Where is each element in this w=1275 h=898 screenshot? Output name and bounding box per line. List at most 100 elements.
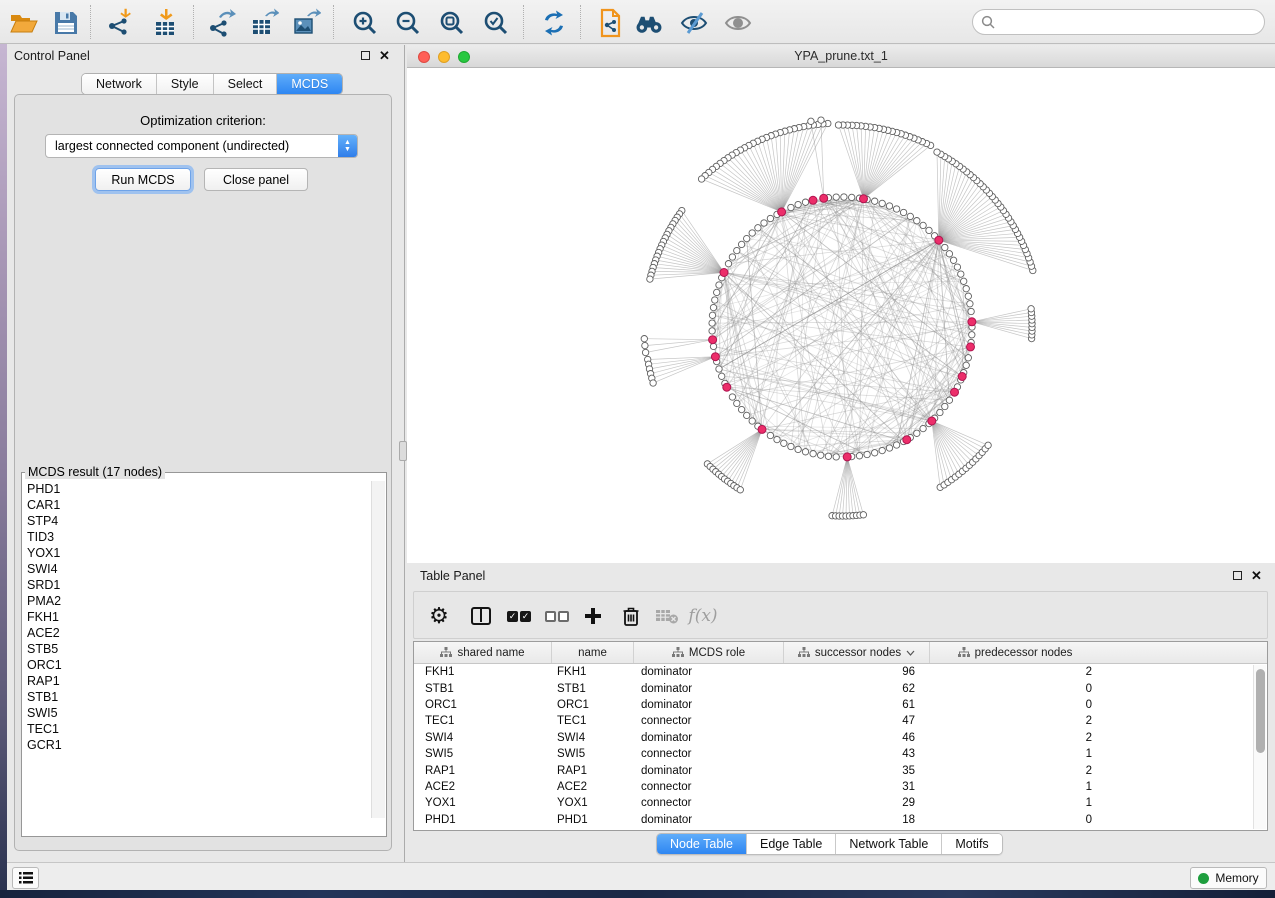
table-cell: connector [634, 797, 784, 809]
table-cell: 1 [930, 797, 1100, 809]
column-header-predecessor-nodes[interactable]: predecessor nodes [930, 642, 1100, 663]
table-cell: 2 [930, 732, 1100, 744]
tab-mcds[interactable]: MCDS [277, 74, 342, 94]
export-network-icon[interactable] [205, 7, 237, 39]
mcds-result-item[interactable]: ACE2 [23, 625, 371, 641]
table-cell: 46 [784, 732, 930, 744]
deselect-all-icon[interactable] [542, 602, 572, 630]
show-columns-icon[interactable] [466, 602, 496, 630]
mcds-result-item[interactable]: TEC1 [23, 721, 371, 737]
application-window: Control Panel ✕ Network Style Select MCD… [0, 0, 1275, 898]
table-cell: dominator [634, 732, 784, 744]
tab-network[interactable]: Network [82, 74, 157, 94]
column-header-successor-nodes[interactable]: successor nodes [784, 642, 930, 663]
column-header-name[interactable]: name [552, 642, 634, 663]
search-input[interactable] [996, 12, 1264, 32]
dropdown-stepper-icon: ▲▼ [338, 135, 357, 157]
tab-node-table[interactable]: Node Table [657, 834, 747, 854]
network-canvas[interactable] [407, 68, 1275, 563]
open-file-icon[interactable] [8, 7, 40, 39]
mcds-result-item[interactable]: SWI4 [23, 561, 371, 577]
add-column-icon[interactable] [578, 602, 608, 630]
mcds-result-item[interactable]: STB5 [23, 641, 371, 657]
tab-edge-table[interactable]: Edge Table [747, 834, 836, 854]
table-row[interactable]: YOX1YOX1connector291 [414, 795, 1253, 811]
mcds-result-item[interactable]: YOX1 [23, 545, 371, 561]
import-table-icon[interactable] [149, 7, 181, 39]
table-row[interactable]: STB1STB1dominator620 [414, 680, 1253, 696]
tab-style[interactable]: Style [157, 74, 214, 94]
first-neighbors-icon[interactable] [633, 7, 665, 39]
show-all-icon[interactable] [722, 7, 754, 39]
node-table-header: shared name name MCDS role successor nod… [414, 642, 1267, 664]
zoom-in-icon[interactable] [349, 7, 381, 39]
run-mcds-button[interactable]: Run MCDS [95, 168, 191, 191]
mcds-result-box: MCDS result (17 nodes) PHD1CAR1STP4TID3Y… [21, 465, 387, 837]
mcds-result-item[interactable]: FKH1 [23, 609, 371, 625]
mcds-list-scrollbar[interactable] [371, 481, 385, 818]
zoom-fit-icon[interactable] [436, 7, 468, 39]
delete-column-icon[interactable] [616, 602, 646, 630]
table-row[interactable]: FKH1FKH1dominator962 [414, 664, 1253, 680]
table-cell: 43 [784, 748, 930, 760]
mcds-result-item[interactable]: STB1 [23, 689, 371, 705]
table-row[interactable]: PHD1PHD1dominator180 [414, 812, 1253, 828]
close-panel-icon[interactable]: ✕ [1251, 571, 1262, 580]
float-panel-icon[interactable] [1233, 571, 1242, 580]
hide-selected-icon[interactable] [678, 7, 710, 39]
task-history-button[interactable] [12, 867, 39, 889]
desktop-wallpaper [0, 44, 7, 890]
status-bar: Memory [7, 862, 1275, 890]
zoom-out-icon[interactable] [392, 7, 424, 39]
function-builder-icon[interactable]: f(x) [688, 602, 718, 630]
export-table-icon[interactable] [248, 7, 280, 39]
apply-layout-icon[interactable] [538, 7, 570, 39]
mcds-result-item[interactable]: PHD1 [23, 481, 371, 497]
network-window-titlebar[interactable]: YPA_prune.txt_1 [407, 45, 1275, 68]
table-cell: dominator [634, 666, 784, 678]
attribute-icon [958, 647, 970, 658]
splitter-grip[interactable] [399, 441, 407, 461]
table-cell: ORC1 [414, 699, 552, 711]
memory-button[interactable]: Memory [1190, 867, 1267, 889]
tab-network-table[interactable]: Network Table [836, 834, 942, 854]
table-cell: 0 [930, 683, 1100, 695]
mcds-result-item[interactable]: SWI5 [23, 705, 371, 721]
mcds-result-item[interactable]: CAR1 [23, 497, 371, 513]
delete-table-icon[interactable] [652, 602, 682, 630]
mcds-result-item[interactable]: PMA2 [23, 593, 371, 609]
import-network-icon[interactable] [104, 7, 136, 39]
close-panel-icon[interactable]: ✕ [379, 51, 390, 60]
table-cell: 96 [784, 666, 930, 678]
criterion-dropdown[interactable]: largest connected component (undirected)… [45, 134, 358, 158]
mcds-result-item[interactable]: ORC1 [23, 657, 371, 673]
zoom-selected-icon[interactable] [480, 7, 512, 39]
mcds-result-item[interactable]: RAP1 [23, 673, 371, 689]
table-row[interactable]: SWI5SWI5connector431 [414, 746, 1253, 762]
mcds-result-item[interactable]: STP4 [23, 513, 371, 529]
table-settings-icon[interactable]: ⚙ [424, 602, 454, 630]
close-panel-button[interactable]: Close panel [204, 168, 308, 191]
table-row[interactable]: TEC1TEC1connector472 [414, 713, 1253, 729]
save-session-icon[interactable] [50, 7, 82, 39]
export-image-icon[interactable] [290, 7, 322, 39]
tab-select[interactable]: Select [214, 74, 278, 94]
column-header-mcds-role[interactable]: MCDS role [634, 642, 784, 663]
mcds-result-item[interactable]: GCR1 [23, 737, 371, 753]
attribute-icon [798, 647, 810, 658]
tab-motifs[interactable]: Motifs [942, 834, 1001, 854]
mcds-result-item[interactable]: TID3 [23, 529, 371, 545]
table-row[interactable]: ORC1ORC1dominator610 [414, 697, 1253, 713]
table-row[interactable]: SWI4SWI4dominator462 [414, 730, 1253, 746]
table-row[interactable]: ACE2ACE2connector311 [414, 779, 1253, 795]
float-panel-icon[interactable] [361, 51, 370, 60]
column-header-shared-name[interactable]: shared name [414, 642, 552, 663]
select-all-icon[interactable]: ✓✓ [504, 602, 534, 630]
table-row[interactable]: RAP1RAP1dominator352 [414, 762, 1253, 778]
mcds-result-item[interactable]: SRD1 [23, 577, 371, 593]
network-from-file-icon[interactable] [594, 7, 626, 39]
table-cell: RAP1 [552, 765, 634, 777]
table-scrollbar[interactable] [1253, 665, 1266, 829]
table-cell: 29 [784, 797, 930, 809]
table-scrollbar-thumb[interactable] [1256, 669, 1265, 753]
